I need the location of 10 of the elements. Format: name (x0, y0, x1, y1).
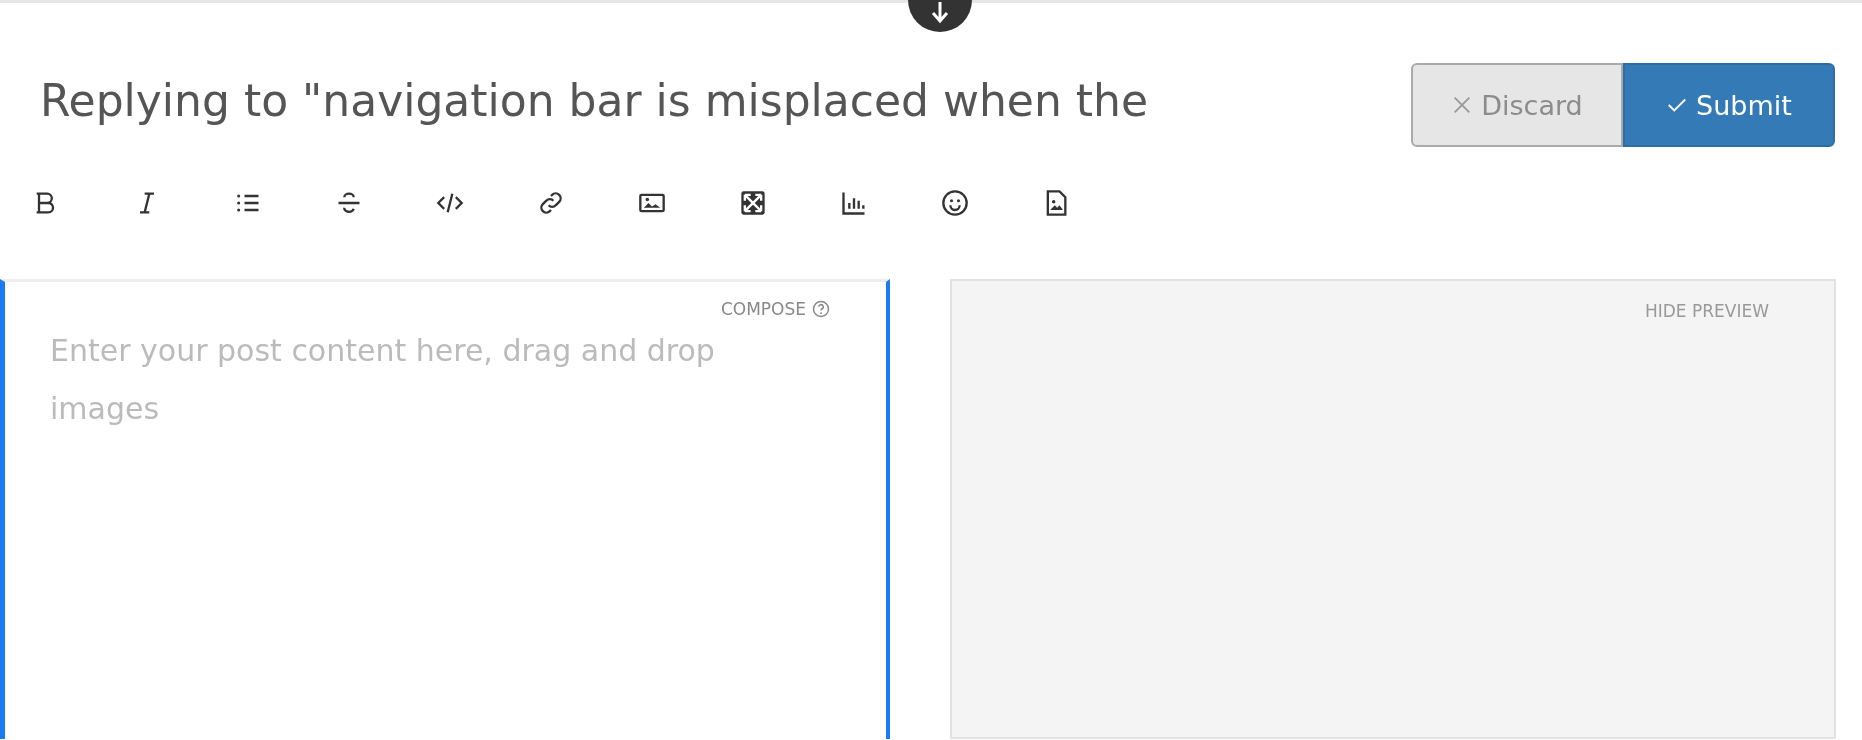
compose-label: COMPOSE (720, 299, 806, 319)
link-icon[interactable] (537, 189, 565, 217)
smiley-icon[interactable] (941, 189, 969, 217)
hide-preview-toggle[interactable]: HIDE PREVIEW (1644, 301, 1769, 321)
reply-title: Replying to "navigation bar is misplaced when the (40, 74, 1148, 126)
submit-button[interactable]: Submit (1623, 63, 1835, 147)
down-arrow-icon (930, 2, 950, 24)
expand-icon[interactable] (739, 189, 767, 217)
help-icon[interactable] (812, 300, 830, 318)
discard-button[interactable]: Discard (1411, 63, 1623, 147)
